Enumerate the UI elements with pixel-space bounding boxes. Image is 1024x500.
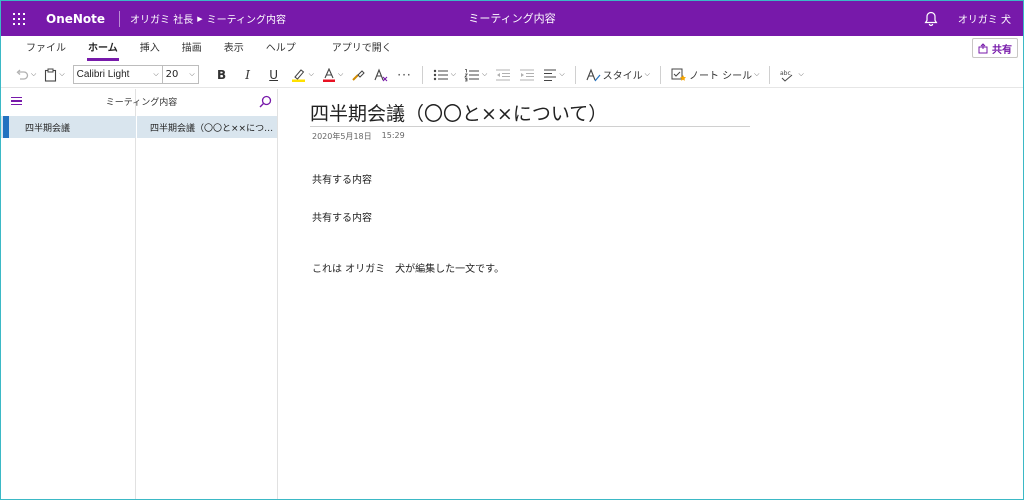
share-label: 共有: [992, 44, 1012, 56]
app-launcher-button[interactable]: [1, 1, 36, 36]
toolbar-divider: [574, 65, 576, 84]
alignment-button[interactable]: ⌵: [539, 64, 568, 86]
share-button[interactable]: 共有: [972, 38, 1018, 58]
chevron-down-icon: ⌵: [189, 70, 195, 78]
navigation-toggle[interactable]: [1, 89, 31, 113]
font-color-button[interactable]: ⌵: [318, 64, 347, 86]
underline-button[interactable]: U: [261, 68, 287, 82]
font-size-select[interactable]: 20 ⌵: [162, 65, 199, 84]
increase-indent-button[interactable]: [515, 64, 539, 86]
section-item[interactable]: 四半期会議: [1, 116, 136, 138]
outdent-icon: [496, 69, 511, 80]
styles-icon: [586, 68, 601, 81]
page-timestamp: 2020年5月18日 15:29: [312, 131, 405, 142]
clear-formatting-icon: [374, 68, 388, 81]
tab-insert[interactable]: 挿入: [129, 36, 171, 62]
open-in-app-button[interactable]: アプリで開く: [321, 36, 403, 62]
chevron-down-icon: ⌵: [308, 70, 314, 78]
format-painter-button[interactable]: [347, 64, 369, 86]
font-name-value: Calibri Light: [76, 69, 130, 80]
ribbon-tabs: ファイル ホーム 挿入 描画 表示 ヘルプ アプリで開く: [1, 36, 1023, 62]
paste-button[interactable]: ⌵: [40, 64, 68, 86]
chevron-down-icon: ⌵: [482, 70, 488, 78]
toolbar-divider: [421, 65, 423, 84]
italic-button[interactable]: I: [235, 68, 261, 82]
waffle-icon: [12, 12, 25, 25]
tab-view[interactable]: 表示: [213, 36, 255, 62]
search-button[interactable]: [252, 89, 278, 113]
styles-button[interactable]: スタイル ⌵: [582, 64, 654, 86]
breadcrumb: オリガミ 社長 ▶ ミーティング内容: [120, 11, 286, 27]
svg-text:abc: abc: [780, 70, 791, 77]
font-size-value: 20: [165, 69, 179, 80]
page-date: 2020年5月18日: [312, 132, 372, 141]
breadcrumb-notebook[interactable]: オリガミ 社長: [130, 11, 193, 26]
search-icon: [259, 95, 271, 107]
numbered-list-icon: [464, 68, 480, 81]
clipboard-icon: [45, 68, 57, 82]
ribbon-toolbar: ⌵ ⌵ Calibri Light ⌵ 20 ⌵ B I U ⌵ ⌵ ··· ⌵…: [1, 62, 1023, 88]
tab-home[interactable]: ホーム: [77, 36, 129, 62]
chevron-down-icon: ⌵: [59, 70, 65, 78]
chevron-down-icon: ⌵: [153, 70, 159, 78]
chevron-down-icon: ⌵: [450, 70, 457, 78]
tab-draw[interactable]: 描画: [171, 36, 213, 62]
chevron-down-icon: ⌵: [559, 70, 565, 78]
tag-checkbox-icon: [671, 68, 686, 81]
toolbar-divider: [769, 65, 771, 84]
sections-pane: [1, 89, 136, 499]
notebook-header: ミーティング内容: [1, 89, 278, 113]
note-paragraph[interactable]: 共有する内容: [312, 209, 372, 224]
undo-button[interactable]: ⌵: [11, 64, 40, 86]
breadcrumb-section[interactable]: ミーティング内容: [207, 11, 286, 26]
bell-icon[interactable]: [924, 11, 938, 27]
spell-check-icon: abc: [780, 70, 793, 82]
note-tags-label: ノート シール: [688, 71, 753, 82]
indent-icon: [520, 69, 535, 80]
page-canvas[interactable]: 四半期会議（〇〇と××について） 2020年5月18日 15:29 共有する内容…: [279, 89, 1023, 499]
toolbar-divider: [659, 65, 661, 84]
format-painter-icon: [352, 69, 365, 81]
chevron-down-icon: ⌵: [798, 70, 804, 78]
chevron-down-icon: ⌵: [754, 70, 760, 78]
highlighter-icon: [291, 68, 305, 82]
share-icon: [978, 42, 988, 53]
note-tags-button[interactable]: ノート シール ⌵: [667, 64, 764, 86]
clear-formatting-button[interactable]: [369, 64, 393, 86]
user-name[interactable]: オリガミ 犬: [958, 11, 1011, 26]
chevron-down-icon: ⌵: [31, 70, 37, 78]
notebook-title: ミーティング内容: [105, 97, 178, 108]
styles-label: スタイル: [602, 71, 643, 82]
section-color-marker: [3, 116, 9, 138]
bullets-button[interactable]: ⌵: [429, 64, 460, 86]
tab-file[interactable]: ファイル: [15, 36, 77, 62]
more-options-button[interactable]: ···: [393, 64, 415, 86]
page-label: 四半期会議（〇〇と××につ…: [150, 123, 274, 134]
note-paragraph[interactable]: これは オリガミ 犬が編集した一文です。: [312, 260, 504, 275]
bold-button[interactable]: B: [209, 68, 235, 82]
page-item[interactable]: 四半期会議（〇〇と××につ…: [137, 116, 277, 138]
numbering-button[interactable]: ⌵: [460, 64, 491, 86]
spelling-button[interactable]: abc ⌵: [776, 64, 807, 86]
font-color-icon: [322, 67, 335, 82]
tab-help[interactable]: ヘルプ: [255, 36, 307, 62]
section-label: 四半期会議: [25, 123, 71, 134]
pages-pane: [136, 89, 278, 499]
note-paragraph[interactable]: 共有する内容: [312, 171, 372, 186]
title-bar: OneNote オリガミ 社長 ▶ ミーティング内容 ミーティング内容 オリガミ…: [1, 1, 1023, 36]
align-left-icon: [544, 69, 557, 81]
undo-icon: [16, 69, 29, 80]
font-name-select[interactable]: Calibri Light ⌵: [72, 65, 163, 84]
page-time: 15:29: [381, 131, 405, 140]
chevron-down-icon: ⌵: [644, 70, 650, 78]
highlight-button[interactable]: ⌵: [287, 64, 318, 86]
app-name[interactable]: OneNote: [36, 12, 119, 26]
chevron-down-icon: ⌵: [337, 70, 344, 78]
breadcrumb-chevron-icon: ▶: [197, 14, 203, 23]
bulleted-list-icon: [433, 69, 448, 80]
decrease-indent-button[interactable]: [491, 64, 515, 86]
page-title[interactable]: 四半期会議（〇〇と××について）: [310, 99, 750, 127]
